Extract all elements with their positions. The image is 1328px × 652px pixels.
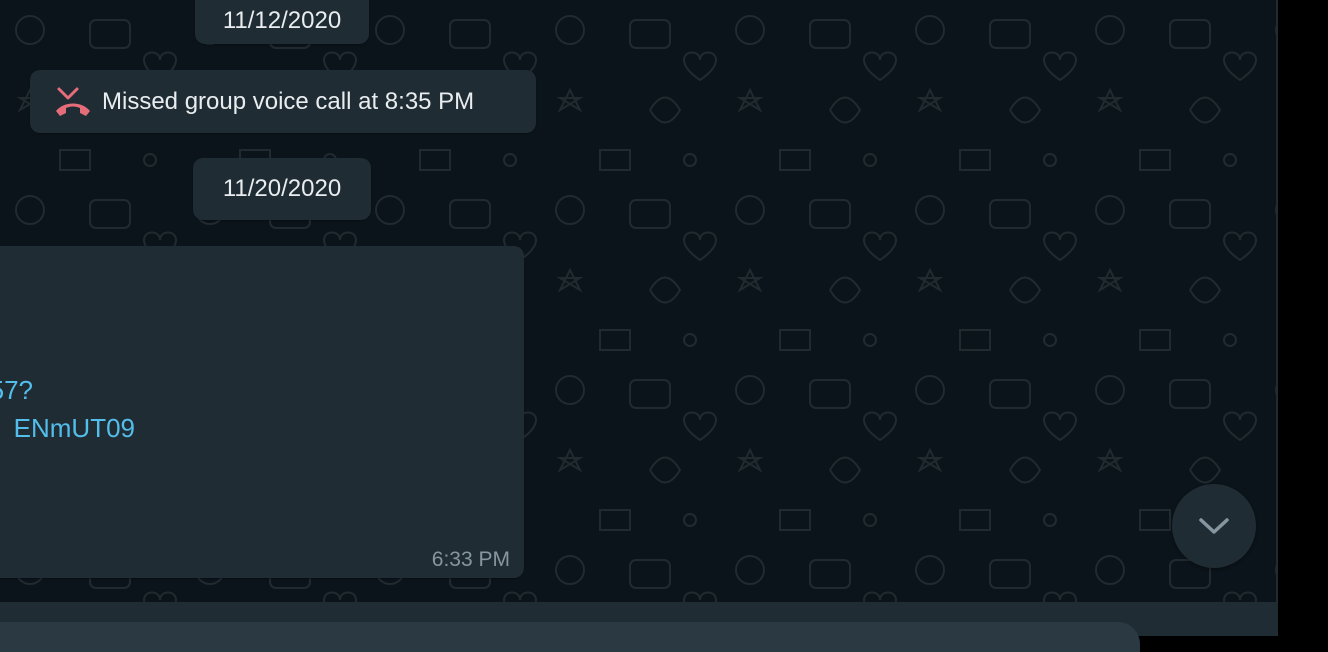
missed-call-notice[interactable]: Missed group voice call at 8:35 PM — [30, 70, 536, 133]
date-chip: 11/12/2020 — [195, 0, 369, 44]
date-chip-text: 11/20/2020 — [222, 175, 342, 202]
date-chip: 11/20/2020 — [193, 158, 371, 220]
message-input[interactable] — [0, 622, 1140, 652]
message-link[interactable]: ENmUT09 — [14, 413, 135, 444]
scroll-to-bottom-button[interactable] — [1172, 484, 1256, 568]
message-timestamp: 6:33 PM — [431, 548, 510, 571]
chat-panel: 11/12/2020 Missed group voice call at 8:… — [0, 0, 1276, 602]
missed-call-icon — [56, 87, 90, 116]
missed-call-text: Missed group voice call at 8:35 PM — [102, 87, 475, 115]
message-link[interactable]: 57? — [0, 375, 33, 406]
date-chip-text: 11/12/2020 — [222, 7, 342, 34]
window-edge — [1278, 0, 1328, 636]
message-bubble[interactable]: 57? ENmUT09 6:33 PM — [0, 246, 524, 578]
chevron-down-icon — [1199, 518, 1229, 534]
